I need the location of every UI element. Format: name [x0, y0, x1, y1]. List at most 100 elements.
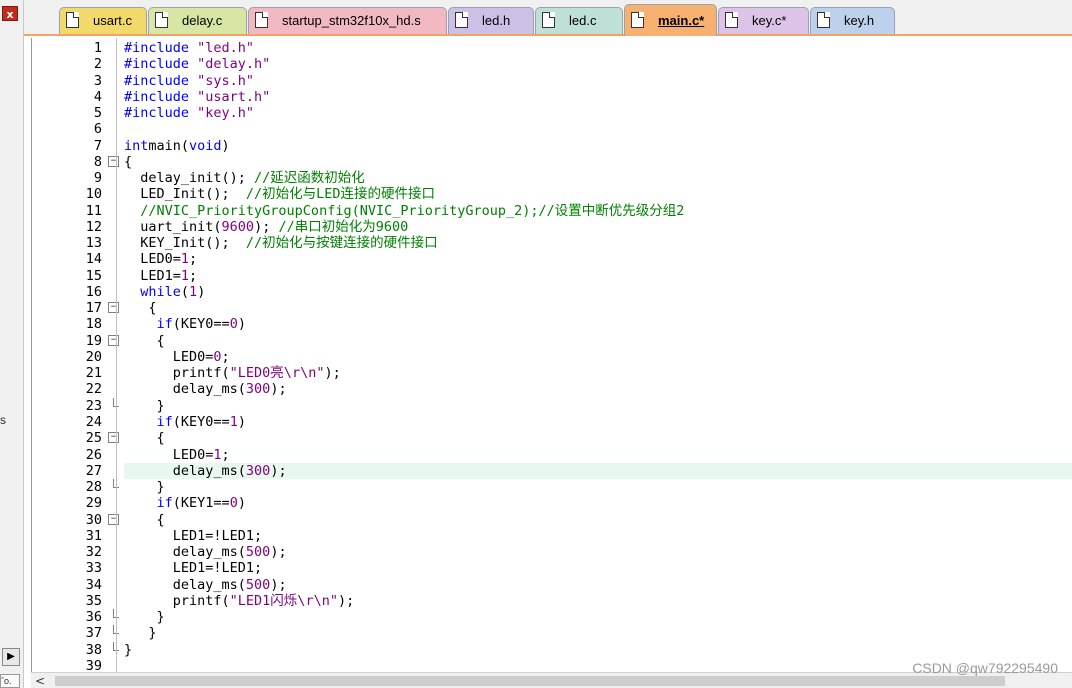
tab-startup-stm32f10x-hd-s[interactable]: startup_stm32f10x_hd.s [248, 7, 447, 34]
close-icon[interactable]: x [2, 6, 18, 21]
code-line[interactable]: 3 #include "sys.h" [32, 73, 1072, 89]
code-line[interactable]: 27 delay_ms(300); [32, 462, 1072, 479]
code-token: 0 [229, 495, 238, 512]
code-line[interactable]: 34 delay_ms(500); [32, 577, 1072, 593]
code-token: ) [237, 316, 246, 333]
code-line[interactable]: 36 } [32, 609, 1072, 625]
code-line[interactable]: 8−{ [32, 154, 1072, 170]
line-number: 33 [85, 560, 102, 577]
code-line[interactable]: 19− { [32, 333, 1072, 349]
line-number: 23 [85, 397, 102, 414]
code-token: uart_init( [124, 218, 222, 235]
code-editor[interactable]: 1 #include "led.h" 2 #include "delay.h" 3 #in… [31, 38, 1072, 674]
code-text: #include "delay.h" [124, 56, 1072, 72]
code-line[interactable]: 22 delay_ms(300); [32, 381, 1072, 397]
code-line[interactable]: 38} [32, 641, 1072, 658]
code-line[interactable]: 5 #include "key.h" [32, 105, 1072, 121]
code-token: (KEY0== [172, 316, 230, 333]
code-token: (KEY1== [172, 495, 230, 512]
scrollbar-thumb[interactable] [55, 676, 1005, 686]
code-token: "delay.h" [197, 56, 271, 73]
code-line[interactable]: 25− { [32, 430, 1072, 446]
code-line[interactable]: 10 LED_Init(); //初始化与LED连接的硬件接口 [32, 186, 1072, 202]
code-line[interactable]: 26 LED0=1; [32, 447, 1072, 463]
code-text: { [124, 430, 1072, 446]
code-line[interactable]: 11 //NVIC_PriorityGroupConfig(NVIC_Prior… [32, 203, 1072, 219]
code-line[interactable]: 15 LED1=1; [32, 268, 1072, 284]
tab-label: startup_stm32f10x_hd.s [282, 13, 421, 28]
tab-key-h[interactable]: key.h [810, 7, 895, 34]
code-line[interactable]: 2 #include "delay.h" [32, 56, 1072, 72]
line-number: 7 [93, 137, 102, 154]
code-token: } [124, 641, 133, 658]
code-text: //NVIC_PriorityGroupConfig(NVIC_Priority… [124, 203, 1072, 219]
left-panel: x s ▶ ˆo. [0, 0, 24, 688]
line-number: 32 [85, 544, 102, 561]
code-line[interactable]: 14 LED0=1; [32, 251, 1072, 267]
code-token: printf( [124, 365, 230, 382]
line-number: 30 [85, 511, 102, 528]
code-line[interactable]: 16 while(1) [32, 284, 1072, 300]
code-token: LED1= [124, 267, 181, 284]
scroll-right-button[interactable]: ▶ [2, 648, 20, 666]
line-number: 1 [93, 40, 102, 56]
line-number: 28 [85, 479, 102, 496]
code-token: { [124, 332, 165, 349]
fold-collapse-icon[interactable]: − [108, 513, 119, 525]
code-line[interactable]: 12 uart_init(9600); //串口初始化为9600 [32, 219, 1072, 235]
code-line[interactable]: 9 delay_init(); //延迟函数初始化 [32, 170, 1072, 186]
line-number: 21 [85, 365, 102, 382]
code-line[interactable]: 6 [32, 121, 1072, 137]
tab-delay-c[interactable]: delay.c [148, 7, 247, 34]
tab-usart-c[interactable]: usart.c [59, 7, 147, 34]
line-number: 14 [85, 251, 102, 268]
code-line[interactable]: 30− { [32, 512, 1072, 528]
code-line[interactable]: 1 #include "led.h" [32, 40, 1072, 56]
line-number: 12 [85, 218, 102, 235]
code-line[interactable]: 32 delay_ms(500); [32, 544, 1072, 560]
tab-label: key.c* [752, 13, 787, 28]
file-icon [455, 12, 468, 28]
fold-collapse-icon[interactable]: − [108, 155, 119, 167]
code-token: ); [270, 576, 287, 593]
code-line[interactable]: 24 if(KEY0==1) [32, 414, 1072, 430]
tab-led-c[interactable]: led.c [535, 7, 623, 34]
code-line[interactable]: 21 printf("LED0亮\r\n"); [32, 365, 1072, 381]
code-text: LED1=!LED1; [124, 560, 1072, 576]
code-line[interactable]: 35 printf("LED1闪烁\r\n"); [32, 593, 1072, 609]
code-token: (KEY0== [172, 413, 230, 430]
tab-main-c-[interactable]: main.c* [624, 4, 717, 36]
code-line[interactable]: 37 } [32, 625, 1072, 641]
code-line[interactable]: 23 } [32, 397, 1072, 414]
code-token: 500 [245, 544, 271, 561]
fold-collapse-icon[interactable]: − [108, 302, 119, 314]
line-number: 29 [85, 495, 102, 512]
code-token: //NVIC_PriorityGroupConfig(NVIC_Priority… [124, 202, 685, 219]
code-line[interactable]: 20 LED0=0; [32, 349, 1072, 365]
code-line[interactable]: 17− { [32, 300, 1072, 316]
tab-led-h[interactable]: led.h [448, 7, 534, 34]
code-line[interactable]: 28 } [32, 479, 1072, 495]
code-line[interactable]: 4 #include "usart.h" [32, 89, 1072, 105]
code-token: ); [254, 218, 279, 235]
code-token: 1 [180, 251, 190, 268]
code-line[interactable]: 7 intmain(void) [32, 138, 1072, 154]
fold-collapse-icon[interactable]: − [108, 432, 119, 444]
fold-collapse-icon[interactable]: − [108, 334, 119, 346]
code-token: { [124, 430, 165, 447]
code-line[interactable]: 13 KEY_Init(); //初始化与按键连接的硬件接口 [32, 235, 1072, 251]
scroll-left-arrow-icon[interactable]: < [35, 673, 45, 688]
tab-key-c-[interactable]: key.c* [718, 7, 809, 34]
code-text: #include "led.h" [124, 40, 1072, 56]
code-text: } [124, 479, 1072, 495]
line-number: 27 [85, 462, 102, 479]
code-token: ; [189, 251, 198, 268]
code-line[interactable]: 29 if(KEY1==0) [32, 495, 1072, 511]
code-text: while(1) [124, 284, 1072, 300]
code-line[interactable]: 33 LED1=!LED1; [32, 560, 1072, 576]
code-token: LED1=!LED1; [124, 527, 263, 544]
code-line[interactable]: 31 LED1=!LED1; [32, 528, 1072, 544]
code-line[interactable]: 18 if(KEY0==0) [32, 316, 1072, 332]
code-text: printf("LED0亮\r\n"); [124, 365, 1072, 381]
